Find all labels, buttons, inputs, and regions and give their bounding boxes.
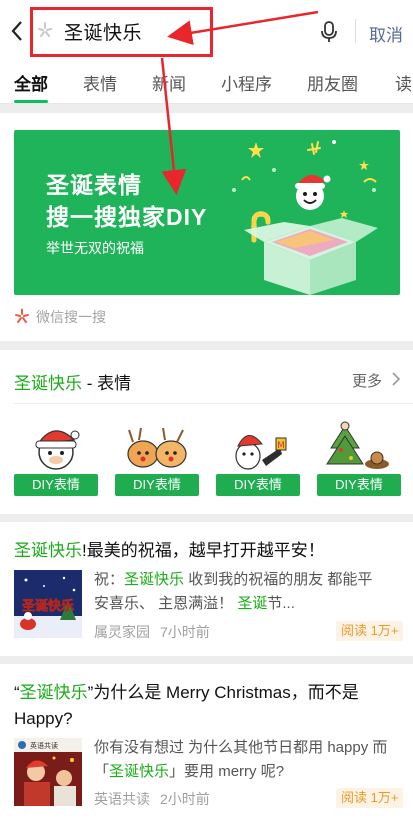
snippet-keyword: 圣诞快乐 <box>109 763 170 780</box>
tab-stickers[interactable]: 表情 <box>83 70 117 95</box>
title-keyword: 圣诞快乐 <box>14 541 82 560</box>
diy-sticker-button[interactable]: DIY表情 <box>14 474 98 496</box>
sticker-section-title: 圣诞快乐 - 表情 <box>14 369 131 394</box>
sticker-item[interactable]: M DIY表情 <box>216 420 300 500</box>
diy-sticker-button[interactable]: DIY表情 <box>115 474 199 496</box>
cancel-button[interactable]: 取消 <box>369 21 403 46</box>
article-snippet: 你有没有想过 为什么其他节日都用 happy 而 「圣诞快乐」要用 merry … <box>94 736 402 784</box>
title-text: !最美的祝福，越早打开越平安！ <box>82 541 325 560</box>
sticker-item[interactable]: DIY表情 <box>115 420 199 500</box>
diy-sticker-button[interactable]: DIY表情 <box>216 474 300 496</box>
article-time: 2小时前 <box>160 791 210 807</box>
sticker-section: 圣诞快乐 - 表情 更多 DIY表情 DIY表情 M DIY表情 DIY表情 <box>0 350 413 514</box>
article-meta: 英语共读 2小时前 <box>94 789 210 809</box>
article-source: 属灵家园 <box>94 624 150 640</box>
banner-headline-2: 搜一搜独家DIY <box>46 204 208 230</box>
article-source: 英语共读 <box>94 791 150 807</box>
search-header: 圣诞快乐 取消 <box>0 0 413 62</box>
title-suffix: - 表情 <box>82 374 132 393</box>
article-thumbnail[interactable]: 圣诞快乐 <box>14 570 82 638</box>
snippet-text: 收到我的祝福的朋友 都能平 <box>184 571 373 588</box>
snippet-text: 安喜乐、 主恩满溢！ <box>94 595 238 612</box>
banner-source: 微信搜一搜 <box>36 309 106 325</box>
read-count-badge: 阅读 1万+ <box>336 621 404 641</box>
search-spark-icon <box>38 22 52 37</box>
banner-headline: 圣诞表情 <box>46 172 142 198</box>
tab-all[interactable]: 全部 <box>14 70 48 95</box>
search-input[interactable]: 圣诞快乐 <box>64 18 142 45</box>
promo-banner[interactable]: 圣诞表情 搜一搜独家DIY 举世无双的祝福 <box>14 130 400 295</box>
penguin-sticker-icon: M <box>235 435 287 470</box>
section-divider <box>14 403 413 404</box>
christmas-tree-sticker-icon <box>326 421 389 469</box>
tab-mini-programs[interactable]: 小程序 <box>221 70 272 95</box>
category-tabs: 全部 表情 新闻 小程序 朋友圈 读 <box>0 62 413 104</box>
svg-text:M: M <box>277 441 285 451</box>
reindeer-sticker-icon <box>127 427 187 468</box>
microphone-icon[interactable] <box>320 20 338 44</box>
search-separator <box>355 19 356 43</box>
tab-read[interactable]: 读 <box>395 70 412 95</box>
christmas-thumbnail-image: 圣诞快乐 <box>14 570 82 638</box>
article-result[interactable]: “圣诞快乐”为什么是 Merry Christmas，而不是 Happy? 英语共… <box>0 664 413 824</box>
snippet-keyword: 圣诞 <box>237 595 268 612</box>
gift-box-illustration <box>232 140 378 295</box>
snippet-text: 「 <box>94 763 110 780</box>
snippet-text: 」要用 merry 呢? <box>169 763 285 780</box>
banner-subtitle: 举世无双的祝福 <box>46 240 144 256</box>
sticker-item[interactable]: DIY表情 <box>14 420 98 500</box>
snippet-keyword: 圣诞快乐 <box>124 571 185 588</box>
chevron-right-icon[interactable] <box>390 369 402 389</box>
article-result[interactable]: 圣诞快乐!最美的祝福，越早打开越平安！ 圣诞快乐 祝：圣诞快乐 收到我的祝福的朋… <box>0 522 413 656</box>
sticker-item[interactable]: DIY表情 <box>317 420 401 500</box>
santa-sticker-icon <box>35 430 80 470</box>
article-snippet: 祝：圣诞快乐 收到我的祝福的朋友 都能平 安喜乐、 主恩满溢！ 圣诞节... <box>94 568 402 616</box>
christmas-party-thumbnail-image: 英语共读 <box>14 738 82 806</box>
wechat-search-logo-icon <box>15 308 29 323</box>
thumbnail-brand: 英语共读 <box>30 741 58 750</box>
tab-moments[interactable]: 朋友圈 <box>307 70 358 95</box>
active-tab-indicator <box>14 100 48 103</box>
more-button[interactable]: 更多 <box>352 370 382 391</box>
promo-card: 圣诞表情 搜一搜独家DIY 举世无双的祝福 微信搜一搜 <box>0 113 413 341</box>
title-text: Happy? <box>14 709 73 728</box>
article-thumbnail[interactable]: 英语共读 <box>14 738 82 806</box>
snippet-text: 节... <box>267 595 295 612</box>
title-keyword: 圣诞快乐 <box>19 683 88 702</box>
read-count-badge: 阅读 1万+ <box>336 788 404 808</box>
diy-sticker-button[interactable]: DIY表情 <box>317 474 401 496</box>
back-arrow-icon[interactable] <box>8 18 28 44</box>
title-text: ”为什么是 Merry Christmas，而不是 <box>87 683 359 702</box>
article-time: 7小时前 <box>160 624 210 640</box>
article-title[interactable]: “圣诞快乐”为什么是 Merry Christmas，而不是 Happy? <box>14 680 404 732</box>
thumbnail-caption: 圣诞快乐 <box>22 598 74 614</box>
title-keyword: 圣诞快乐 <box>14 374 82 393</box>
article-meta: 属灵家园 7小时前 <box>94 622 210 642</box>
snippet-text: 你有没有想过 为什么其他节日都用 happy 而 <box>94 739 388 756</box>
article-title[interactable]: 圣诞快乐!最美的祝福，越早打开越平安！ <box>14 538 404 564</box>
snippet-text: 祝： <box>94 571 125 588</box>
tab-news[interactable]: 新闻 <box>152 70 186 95</box>
